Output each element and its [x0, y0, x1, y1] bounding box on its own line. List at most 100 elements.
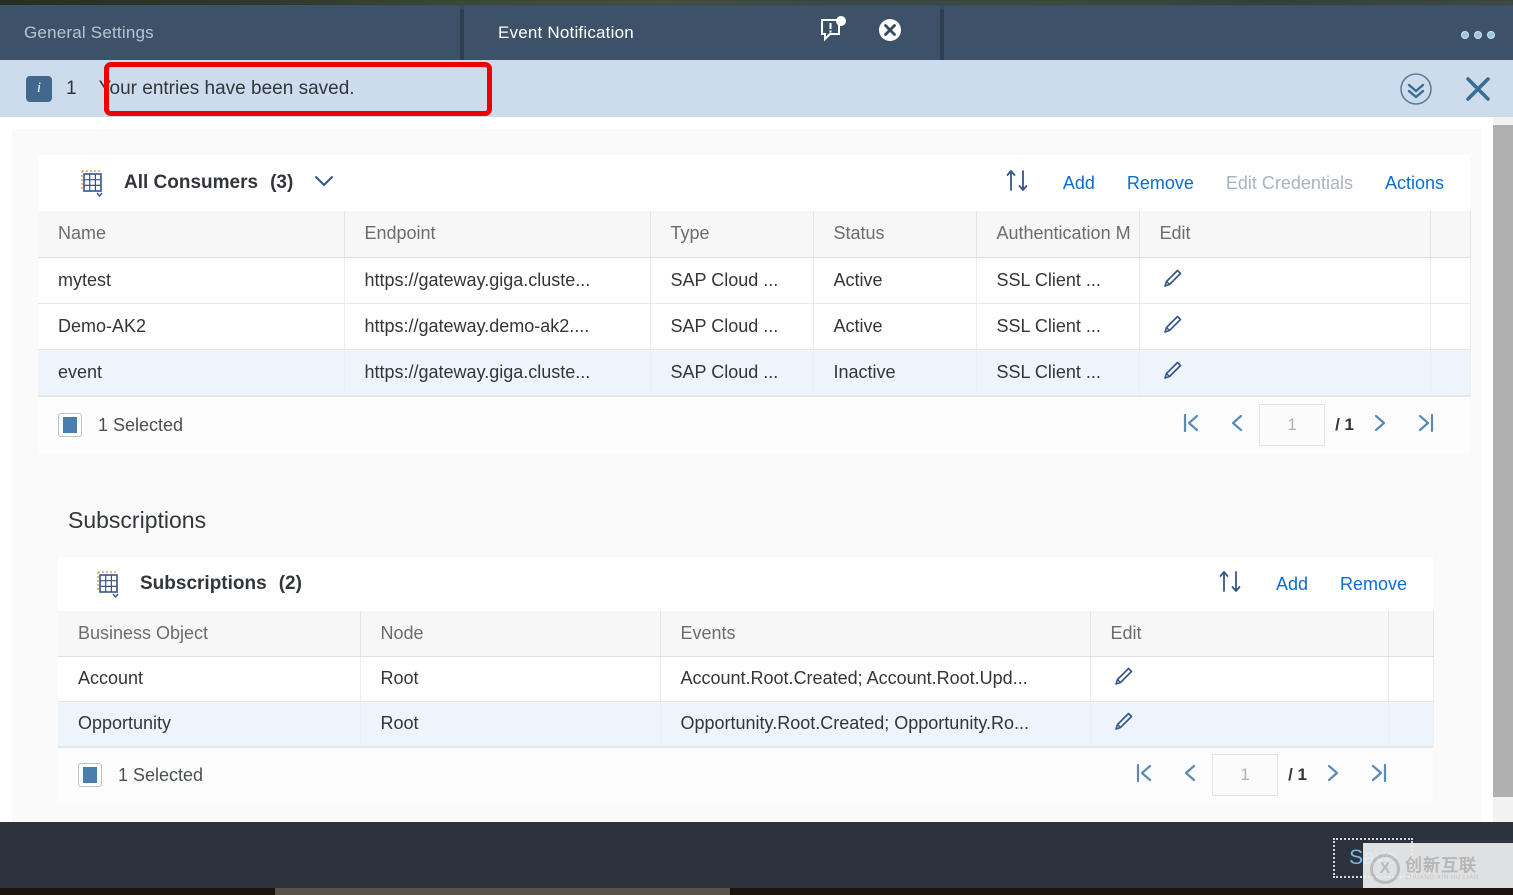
subscriptions-col-edit[interactable]: Edit: [1090, 611, 1388, 656]
subscriptions-cell-node: Root: [360, 656, 660, 701]
edit-pencil-icon[interactable]: [1111, 663, 1137, 694]
watermark-pinyin: CHUANG XIN HU LIAN: [1405, 875, 1479, 881]
consumers-selected-label: 1 Selected: [98, 415, 183, 436]
subscriptions-col-business-object[interactable]: Business Object: [58, 611, 360, 656]
consumers-table-card: All Consumers (3): [38, 155, 1470, 454]
consumers-variant-count: (3): [270, 172, 293, 194]
table-row[interactable]: Opportunity Root Opportunity.Root.Create…: [58, 701, 1433, 746]
consumers-remove-button[interactable]: Remove: [1111, 173, 1210, 194]
page-total-label: / 1: [1288, 765, 1307, 785]
close-circle-icon[interactable]: [878, 18, 902, 42]
edit-pencil-icon[interactable]: [1160, 311, 1186, 342]
page-number-input[interactable]: 1: [1259, 404, 1325, 446]
consumers-col-edit[interactable]: Edit: [1139, 211, 1430, 257]
chevron-down-icon[interactable]: [313, 174, 335, 193]
consumers-cell-type: SAP Cloud ...: [650, 303, 813, 349]
subscriptions-heading: Subscriptions: [68, 507, 206, 534]
page-first-icon[interactable]: [1167, 412, 1215, 439]
close-icon[interactable]: [1465, 76, 1491, 102]
watermark-logo-icon: X: [1370, 854, 1400, 884]
page-number-input[interactable]: 1: [1212, 754, 1278, 796]
consumers-variant-selector[interactable]: All Consumers (3): [78, 168, 335, 198]
table-variant-icon: [78, 168, 108, 198]
sort-icon[interactable]: [1202, 567, 1260, 602]
subscriptions-variant-selector[interactable]: Subscriptions (2): [94, 569, 302, 599]
consumers-cell-edit: [1139, 349, 1430, 395]
subscriptions-cell-events: Opportunity.Root.Created; Opportunity.Ro…: [660, 701, 1090, 746]
message-text-wrap: Your entries have been saved.: [99, 78, 355, 100]
overflow-dots-icon[interactable]: [1461, 31, 1495, 39]
consumers-cell-spacer: [1430, 349, 1470, 395]
tab-event-notification[interactable]: Event Notification: [464, 5, 940, 60]
consumers-cell-endpoint: https://gateway.giga.cluste...: [344, 257, 650, 303]
chevron-double-down-icon[interactable]: [1399, 72, 1433, 106]
page-prev-icon[interactable]: [1215, 412, 1259, 439]
consumers-cell-auth: SSL Client ...: [976, 257, 1139, 303]
consumers-col-type[interactable]: Type: [650, 211, 813, 257]
subscriptions-variant-title: Subscriptions: [140, 573, 267, 595]
message-strip: i 1 Your entries have been saved.: [0, 60, 1513, 117]
edit-pencil-icon[interactable]: [1160, 265, 1186, 296]
consumers-cell-spacer: [1430, 303, 1470, 349]
page-last-icon[interactable]: [1355, 762, 1403, 789]
subscriptions-col-events[interactable]: Events: [660, 611, 1090, 656]
consumers-cell-name: event: [38, 349, 344, 395]
consumers-col-authentication[interactable]: Authentication M: [976, 211, 1139, 257]
consumers-add-button[interactable]: Add: [1047, 173, 1111, 194]
consumers-cell-status: Active: [813, 303, 976, 349]
consumers-cell-type: SAP Cloud ...: [650, 349, 813, 395]
page-scrollbar-track[interactable]: [1493, 117, 1513, 822]
bottom-edge-highlight: [275, 888, 730, 895]
subscriptions-pagination: 1 / 1: [1120, 754, 1403, 796]
select-all-checkbox[interactable]: [78, 763, 102, 787]
subscriptions-add-button[interactable]: Add: [1260, 574, 1324, 595]
page-content: All Consumers (3): [0, 117, 1493, 822]
tab-general-settings-label: General Settings: [24, 23, 154, 43]
tab-event-notification-label: Event Notification: [498, 23, 634, 43]
subscriptions-col-node[interactable]: Node: [360, 611, 660, 656]
tab-bar: General Settings Event Notification: [0, 5, 1513, 60]
select-all-checkbox[interactable]: [58, 413, 82, 437]
watermark-chinese: 创新互联: [1405, 857, 1479, 875]
consumers-table: Name Endpoint Type Status Authentication…: [38, 211, 1471, 396]
edit-pencil-icon[interactable]: [1160, 357, 1186, 388]
edit-pencil-icon[interactable]: [1111, 708, 1137, 739]
subscriptions-cell-edit: [1090, 701, 1388, 746]
consumers-col-endpoint[interactable]: Endpoint: [344, 211, 650, 257]
table-row[interactable]: mytest https://gateway.giga.cluste... SA…: [38, 257, 1470, 303]
subscriptions-cell-events: Account.Root.Created; Account.Root.Upd..…: [660, 656, 1090, 701]
subscriptions-remove-button[interactable]: Remove: [1324, 574, 1423, 595]
notification-badge-dot: [836, 16, 846, 26]
table-row[interactable]: event https://gateway.giga.cluste... SAP…: [38, 349, 1470, 395]
table-row[interactable]: Demo-AK2 https://gateway.demo-ak2.... SA…: [38, 303, 1470, 349]
sort-icon[interactable]: [989, 166, 1047, 201]
subscriptions-cell-spacer: [1388, 701, 1433, 746]
bottom-edge: [0, 888, 1513, 895]
subscriptions-selected-label: 1 Selected: [118, 765, 203, 786]
subscriptions-col-spacer: [1388, 611, 1433, 656]
subscriptions-cell-edit: [1090, 656, 1388, 701]
table-row[interactable]: Account Root Account.Root.Created; Accou…: [58, 656, 1433, 701]
subscriptions-cell-business-object: Account: [58, 656, 360, 701]
consumers-col-name[interactable]: Name: [38, 211, 344, 257]
page-last-icon[interactable]: [1402, 412, 1450, 439]
tab-general-settings[interactable]: General Settings: [0, 5, 460, 60]
message-text: Your entries have been saved.: [99, 78, 355, 99]
consumers-cell-endpoint: https://gateway.demo-ak2....: [344, 303, 650, 349]
page-prev-icon[interactable]: [1168, 762, 1212, 789]
page-next-icon[interactable]: [1311, 762, 1355, 789]
consumers-header-row: Name Endpoint Type Status Authentication…: [38, 211, 1470, 257]
app-root: General Settings Event Notification: [0, 0, 1513, 895]
subscriptions-table-card: Subscriptions (2) Add Remove: [58, 557, 1433, 803]
consumers-actions-button[interactable]: Actions: [1369, 173, 1460, 194]
tab-icon-group: [820, 18, 902, 42]
subscriptions-header-row: Business Object Node Events Edit: [58, 611, 1433, 656]
page-first-icon[interactable]: [1120, 762, 1168, 789]
consumers-cell-auth: SSL Client ...: [976, 303, 1139, 349]
page-next-icon[interactable]: [1358, 412, 1402, 439]
subscriptions-cell-spacer: [1388, 656, 1433, 701]
message-count: 1: [66, 78, 77, 100]
consumers-col-status[interactable]: Status: [813, 211, 976, 257]
message-popup-icon[interactable]: [820, 18, 842, 42]
page-scrollbar-thumb[interactable]: [1493, 125, 1513, 797]
